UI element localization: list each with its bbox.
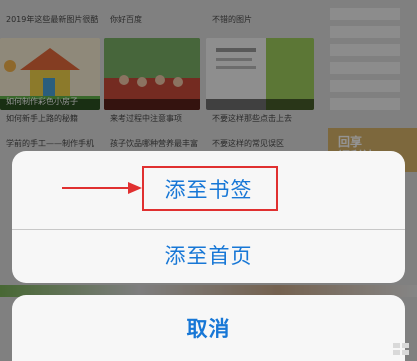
arrow-right-icon: [62, 182, 142, 194]
logo-icon: [393, 343, 409, 355]
cancel-button[interactable]: 取消: [12, 295, 405, 361]
cancel-sheet: 取消: [12, 295, 405, 361]
highlight-box: [142, 166, 278, 211]
add-home-button[interactable]: 添至首页: [12, 230, 405, 283]
